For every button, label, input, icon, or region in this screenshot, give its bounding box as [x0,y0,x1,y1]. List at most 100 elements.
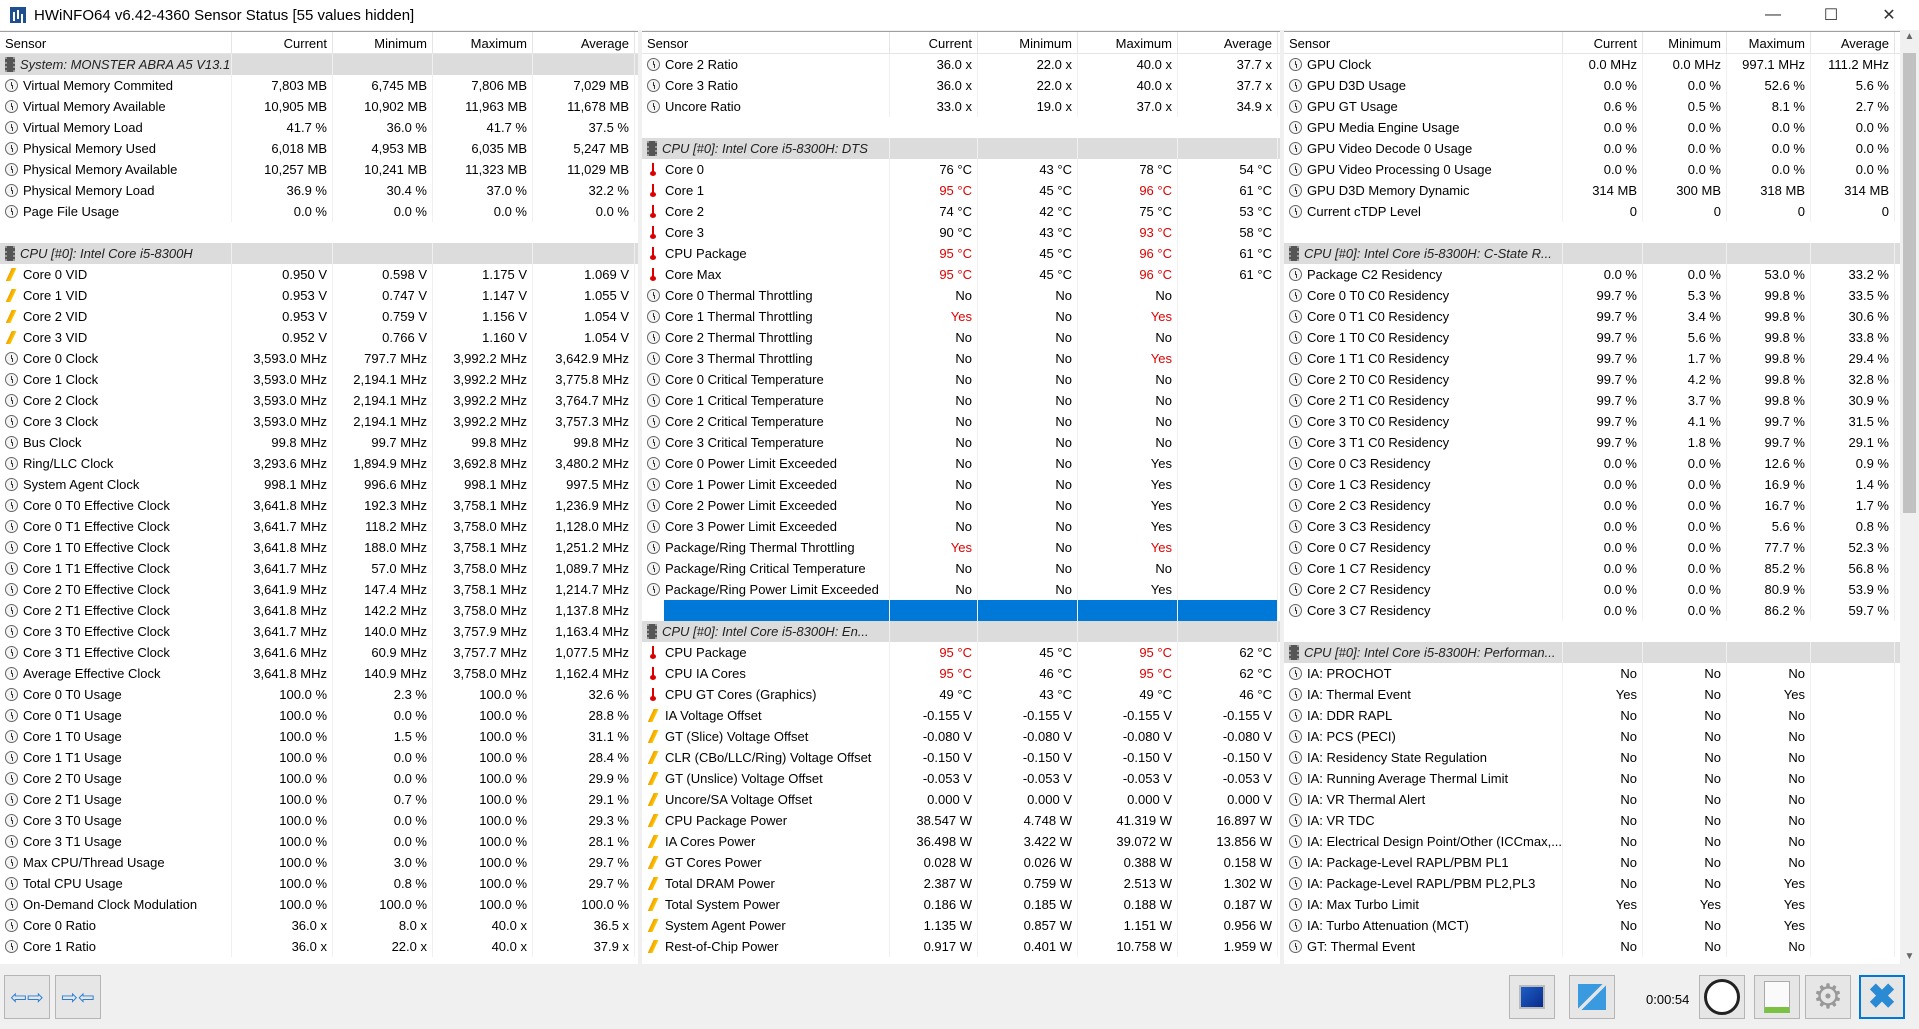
sensor-row[interactable]: Core 2 Ratio 36.0 x 22.0 x 40.0 x 37.7 x [642,54,1280,75]
maximize-button[interactable]: ☐ [1808,0,1854,30]
sensor-group-header[interactable]: CPU [#0]: Intel Core i5-8300H [0,243,638,264]
sensor-row[interactable]: IA: PROCHOT No No No [1284,663,1900,684]
sensor-row[interactable]: IA: Max Turbo Limit Yes Yes Yes [1284,894,1900,915]
sensor-row[interactable]: Core 3 C7 Residency 0.0 % 0.0 % 86.2 % 59.7 … [1284,600,1900,621]
sensor-row[interactable]: CLR (CBo/LLC/Ring) Voltage Offset -0.150 … [642,747,1280,768]
sensor-row[interactable]: Average Effective Clock 3,641.8 MHz 140.9 … [0,663,638,684]
sensor-row[interactable]: GT (Unslice) Voltage Offset -0.053 V -0.05… [642,768,1280,789]
sensor-row[interactable]: System Agent Power 1.135 W 0.857 W 1.151 W0… [642,915,1280,936]
sensor-row[interactable]: Core 3 T1 Effective Clock 3,641.6 MHz 60.9… [0,642,638,663]
settings-button[interactable]: ⚙ [1805,975,1851,1019]
sensor-row[interactable]: Ring/LLC Clock 3,293.6 MHz 1,894.9 MHz 3,69… [0,453,638,474]
sensor-row[interactable]: Core 3 Thermal Throttling No No Yes [642,348,1280,369]
sensor-row[interactable]: IA: Turbo Attenuation (MCT) No No Yes [1284,915,1900,936]
sensor-row[interactable]: System Agent Clock 998.1 MHz 996.6 MHz 998.… [0,474,638,495]
sensor-row[interactable]: Core 1 Ratio 36.0 x 22.0 x 40.0 x 37.9 x [0,936,638,957]
sensor-row[interactable]: Core 1 Power Limit Exceeded No No Yes [642,474,1280,495]
sensor-row[interactable]: Core 2 T0 C0 Residency 99.7 % 4.2 % 99.8 % 3… [1284,369,1900,390]
sensor-row[interactable]: GPU D3D Memory Dynamic 314 MB 300 MB 318 MB… [1284,180,1900,201]
sensor-row[interactable]: Core 3 Critical Temperature No No No [642,432,1280,453]
sensor-row[interactable]: IA: Residency State Regulation No No No [1284,747,1900,768]
sensor-row[interactable]: CPU Package 95 °C 45 °C 96 °C 61 °C [642,243,1280,264]
sensor-row[interactable]: Core 2 Power Limit Exceeded No No Yes [642,495,1280,516]
column-header-current[interactable]: Current [890,32,978,53]
expand-columns-button[interactable]: ⇦⇨ [4,975,50,1019]
column-header-sensor[interactable]: Sensor [642,32,890,53]
sensor-row[interactable]: Page File Usage 0.0 % 0.0 % 0.0 % 0.0 % [0,201,638,222]
sensor-row[interactable]: Max CPU/Thread Usage 100.0 % 3.0 % 100.0 % 2… [0,852,638,873]
sensor-row[interactable]: IA: VR TDC No No No [1284,810,1900,831]
sensor-search-button[interactable] [1509,975,1555,1019]
sensor-row[interactable]: Virtual Memory Commited 7,803 MB 6,745 MB 7… [0,75,638,96]
sensor-row[interactable]: Core 2 VID 0.953 V 0.759 V 1.156 V 1.054 V [0,306,638,327]
sensor-row[interactable]: Core 2 Clock 3,593.0 MHz 2,194.1 MHz 3,992.… [0,390,638,411]
sensor-row[interactable]: Core 0 T1 Effective Clock 3,641.7 MHz 118.… [0,516,638,537]
column-header-minimum[interactable]: Minimum [978,32,1078,53]
close-button[interactable]: ✖ [1859,975,1905,1019]
sensor-row[interactable]: IA: Package-Level RAPL/PBM PL1 No No No [1284,852,1900,873]
vertical-scrollbar[interactable]: ▲ ▼ [1900,31,1919,964]
sensor-row[interactable]: Core 2 T0 Usage 100.0 % 0.0 % 100.0 % 29.9 % [0,768,638,789]
sensor-row[interactable]: Core 0 T1 Usage 100.0 % 0.0 % 100.0 % 28.8 % [0,705,638,726]
sensor-row[interactable]: Core 0 Clock 3,593.0 MHz 797.7 MHz 3,992.2 … [0,348,638,369]
sensor-row[interactable]: Core 1 VID 0.953 V 0.747 V 1.147 V 1.055 V [0,285,638,306]
sensor-row[interactable]: IA Voltage Offset -0.155 V -0.155 V -0.155 … [642,705,1280,726]
sensor-row[interactable]: GT Cores Power 0.028 W 0.026 W 0.388 W 0.158… [642,852,1280,873]
sensor-row[interactable]: Core 0 T1 C0 Residency 99.7 % 3.4 % 99.8 % 3… [1284,306,1900,327]
sensor-group-header[interactable]: CPU [#0]: Intel Core i5-8300H: En... [642,621,1280,642]
column-header-maximum[interactable]: Maximum [433,32,533,53]
column-header-sensor[interactable]: Sensor [0,32,232,53]
column-header-current[interactable]: Current [1563,32,1643,53]
sensor-row[interactable]: GPU Media Engine Usage 0.0 % 0.0 % 0.0 % 0.0… [1284,117,1900,138]
sensor-row[interactable]: Package/Ring Critical Temperature No No No [642,558,1280,579]
sensor-row[interactable]: IA: Electrical Design Point/Other (ICCma… [1284,831,1900,852]
sensor-row[interactable]: CPU IA Cores 95 °C 46 °C 95 °C 62 °C [642,663,1280,684]
close-window-button[interactable]: ✕ [1866,0,1912,30]
sensor-row[interactable]: Core 1 C3 Residency 0.0 % 0.0 % 16.9 % 1.4 % [1284,474,1900,495]
sensor-row[interactable]: CPU Package 95 °C 45 °C 95 °C 62 °C [642,642,1280,663]
sensor-row[interactable]: IA: PCS (PECI) No No No [1284,726,1900,747]
network-button[interactable] [1569,975,1615,1019]
sensor-row[interactable]: IA: Thermal Event Yes No Yes [1284,684,1900,705]
column-header-maximum[interactable]: Maximum [1727,32,1811,53]
column-header-sensor[interactable]: Sensor [1284,32,1563,53]
sensor-row[interactable]: CPU Package Power 38.547 W 4.748 W 41.319 W… [642,810,1280,831]
sensor-row[interactable]: Core 1 T1 Effective Clock 3,641.7 MHz 57.0… [0,558,638,579]
sensor-row[interactable]: Core 0 76 °C 43 °C 78 °C 54 °C [642,159,1280,180]
sensor-row[interactable]: Core 1 T1 Usage 100.0 % 0.0 % 100.0 % 28.4 % [0,747,638,768]
sensor-row[interactable]: Core 2 T0 Effective Clock 3,641.9 MHz 147.… [0,579,638,600]
sensor-row[interactable]: Core 3 Clock 3,593.0 MHz 2,194.1 MHz 3,992.… [0,411,638,432]
sensor-row[interactable]: Package/Ring Thermal Throttling Yes No Yes [642,537,1280,558]
sensor-row[interactable]: Uncore Ratio 33.0 x 19.0 x 37.0 x 34.9 x [642,96,1280,117]
scrollbar-thumb[interactable] [1903,53,1916,513]
sensor-row[interactable]: Core Max 95 °C 45 °C 96 °C 61 °C [642,264,1280,285]
sensor-row[interactable]: Core 0 Critical Temperature No No No [642,369,1280,390]
sensor-row[interactable]: Core 2 T1 Effective Clock 3,641.8 MHz 142.… [0,600,638,621]
sensor-row[interactable]: Core 3 Power Limit Exceeded No No Yes [642,516,1280,537]
sensor-row[interactable]: Core 2 Thermal Throttling No No No [642,327,1280,348]
sensor-row[interactable]: Physical Memory Load 36.9 % 30.4 % 37.0 % 32… [0,180,638,201]
sensor-row[interactable]: Core 1 T1 C0 Residency 99.7 % 1.7 % 99.8 % 2… [1284,348,1900,369]
sensor-row[interactable]: Core 3 T1 Usage 100.0 % 0.0 % 100.0 % 28.1 % [0,831,638,852]
sensor-row[interactable]: GPU Video Decode 0 Usage 0.0 % 0.0 % 0.0 % 0… [1284,138,1900,159]
sensor-row[interactable]: Core 0 VID 0.950 V 0.598 V 1.175 V 1.069 V [0,264,638,285]
sensor-row[interactable]: Total CPU Usage 100.0 % 0.8 % 100.0 % 29.7 % [0,873,638,894]
sensor-row[interactable]: Rest-of-Chip Power 0.917 W 0.401 W 10.758 W… [642,936,1280,957]
sensor-row[interactable]: Physical Memory Used 6,018 MB 4,953 MB 6,03… [0,138,638,159]
sensor-row[interactable]: Core 3 Ratio 36.0 x 22.0 x 40.0 x 37.7 x [642,75,1280,96]
sensor-row[interactable]: Core 0 T0 Effective Clock 3,641.8 MHz 192.… [0,495,638,516]
sensor-row[interactable]: Core 0 Power Limit Exceeded No No Yes [642,453,1280,474]
sensor-row[interactable]: Current cTDP Level 0 0 0 0 [1284,201,1900,222]
sensor-row[interactable]: IA Cores Power 36.498 W 3.422 W 39.072 W 13.… [642,831,1280,852]
sensor-row[interactable]: Total System Power 0.186 W 0.185 W 0.188 W0… [642,894,1280,915]
column-header-average[interactable]: Average [533,32,635,53]
sensor-group-header[interactable]: CPU [#0]: Intel Core i5-8300H: Performan… [1284,642,1900,663]
sensor-row[interactable]: Total DRAM Power 2.387 W 0.759 W 2.513 W 1.3… [642,873,1280,894]
sensor-row[interactable]: Core 0 C3 Residency 0.0 % 0.0 % 12.6 % 0.9 % [1284,453,1900,474]
column-header-maximum[interactable]: Maximum [1078,32,1178,53]
sensor-group-header[interactable]: System: MONSTER ABRA A5 V13.1 [0,54,638,75]
sensor-row[interactable]: Core 0 T0 Usage 100.0 % 2.3 % 100.0 % 32.6 % [0,684,638,705]
sensor-row[interactable]: Core 1 T0 Effective Clock 3,641.8 MHz 188.… [0,537,638,558]
sensor-row[interactable]: GPU Clock 0.0 MHz 0.0 MHz 997.1 MHz 111.2 MH… [1284,54,1900,75]
column-header-minimum[interactable]: Minimum [1643,32,1727,53]
